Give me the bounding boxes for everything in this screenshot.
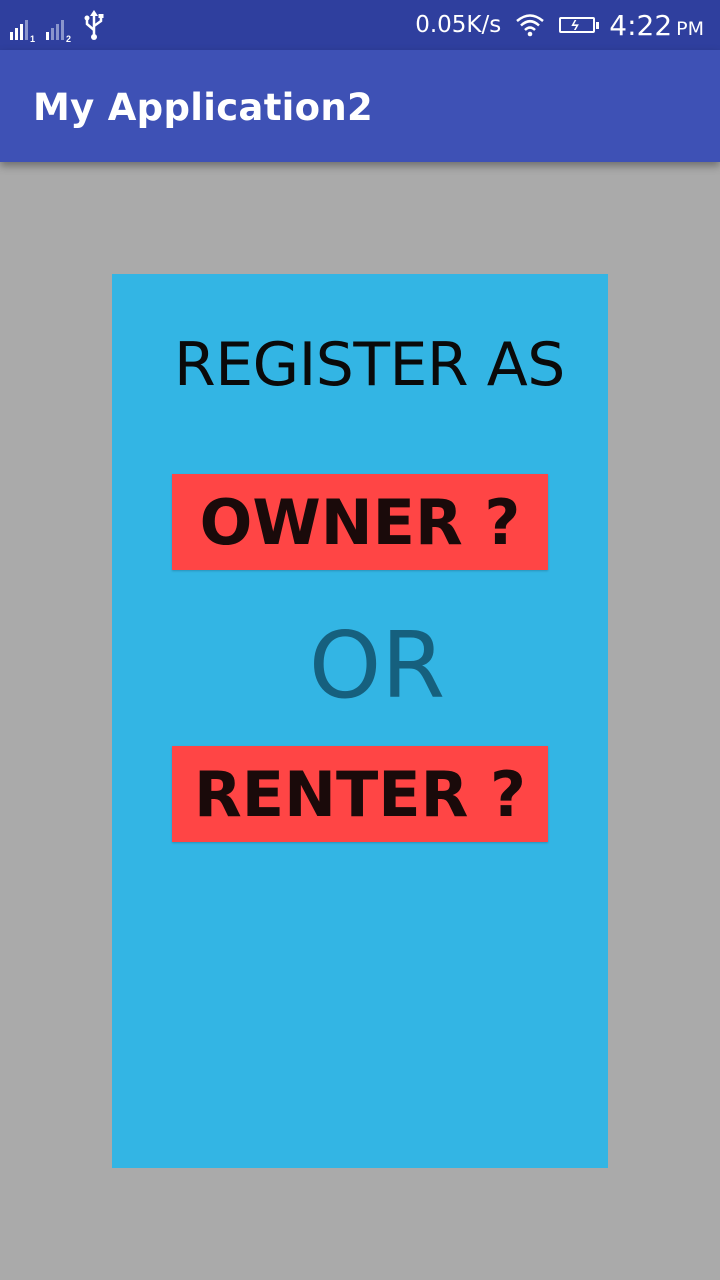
signal-sim1-icon: 1 — [10, 16, 35, 44]
status-bar: 1 2 0.05K/s ϟ 4:22 PM — [0, 0, 720, 50]
usb-icon — [84, 10, 104, 40]
owner-button[interactable]: OWNER ? — [172, 474, 548, 570]
wifi-icon — [516, 14, 545, 37]
register-card: REGISTER AS OWNER ? OR RENTER ? — [112, 274, 608, 1168]
clock-ampm: PM — [676, 17, 704, 40]
clock-time: 4:22 — [609, 8, 673, 42]
sim1-label: 1 — [29, 34, 35, 44]
network-speed: 0.05K/s — [415, 12, 502, 38]
status-left-icons: 1 2 — [10, 10, 106, 44]
renter-button[interactable]: RENTER ? — [172, 746, 548, 842]
signal-sim2-icon: 2 — [46, 16, 71, 44]
battery-charging-icon: ϟ — [559, 17, 600, 33]
clock: 4:22 PM — [609, 9, 704, 42]
or-separator: OR — [308, 612, 446, 719]
app-bar: My Application2 — [0, 50, 720, 162]
app-title: My Application2 — [33, 86, 374, 129]
status-right-icons: 0.05K/s ϟ 4:22 PM — [415, 0, 704, 50]
sim2-label: 2 — [65, 34, 71, 44]
register-heading: REGISTER AS — [174, 330, 565, 400]
